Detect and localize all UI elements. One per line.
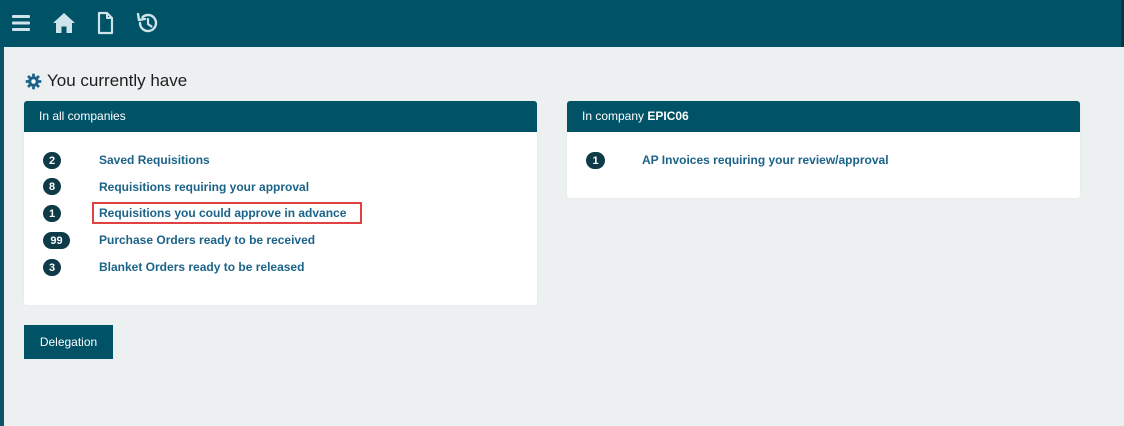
count-badge-blanket-orders: 3 bbox=[43, 259, 61, 276]
top-bar bbox=[0, 0, 1124, 47]
home-icon[interactable] bbox=[51, 10, 77, 36]
hamburger-menu-icon[interactable] bbox=[8, 10, 34, 36]
document-icon[interactable] bbox=[92, 10, 118, 36]
count-badge-saved-requisitions: 2 bbox=[43, 152, 61, 169]
link-requisitions-approval[interactable]: Requisitions requiring your approval bbox=[99, 180, 309, 194]
panel-all-companies: In all companies 2 Saved Requisitions 8 … bbox=[24, 101, 537, 305]
count-badge-approve-in-advance: 1 bbox=[43, 205, 61, 222]
history-icon[interactable] bbox=[134, 10, 160, 36]
panel-company: In company EPIC06 1 AP Invoices requirin… bbox=[567, 101, 1080, 198]
company-code: EPIC06 bbox=[647, 109, 689, 123]
gear-icon bbox=[25, 73, 42, 89]
link-saved-requisitions[interactable]: Saved Requisitions bbox=[99, 153, 210, 167]
link-approve-in-advance[interactable]: Requisitions you could approve in advanc… bbox=[91, 202, 363, 224]
count-badge-ap-invoices: 1 bbox=[586, 152, 605, 169]
panel-header: In all companies bbox=[24, 101, 537, 132]
panel-header-prefix: In company bbox=[582, 109, 648, 123]
delegation-button[interactable]: Delegation bbox=[24, 325, 113, 359]
link-purchase-orders[interactable]: Purchase Orders ready to be received bbox=[99, 233, 315, 247]
link-ap-invoices[interactable]: AP Invoices requiring your review/approv… bbox=[642, 153, 889, 167]
page-title: You currently have bbox=[47, 71, 188, 90]
link-blanket-orders[interactable]: Blanket Orders ready to be released bbox=[99, 260, 304, 274]
count-badge-purchase-orders: 99 bbox=[43, 232, 70, 249]
count-badge-requisitions-approval: 8 bbox=[43, 178, 61, 195]
panel-header: In company EPIC06 bbox=[567, 101, 1080, 132]
summary-heading: You currently have bbox=[25, 71, 187, 91]
